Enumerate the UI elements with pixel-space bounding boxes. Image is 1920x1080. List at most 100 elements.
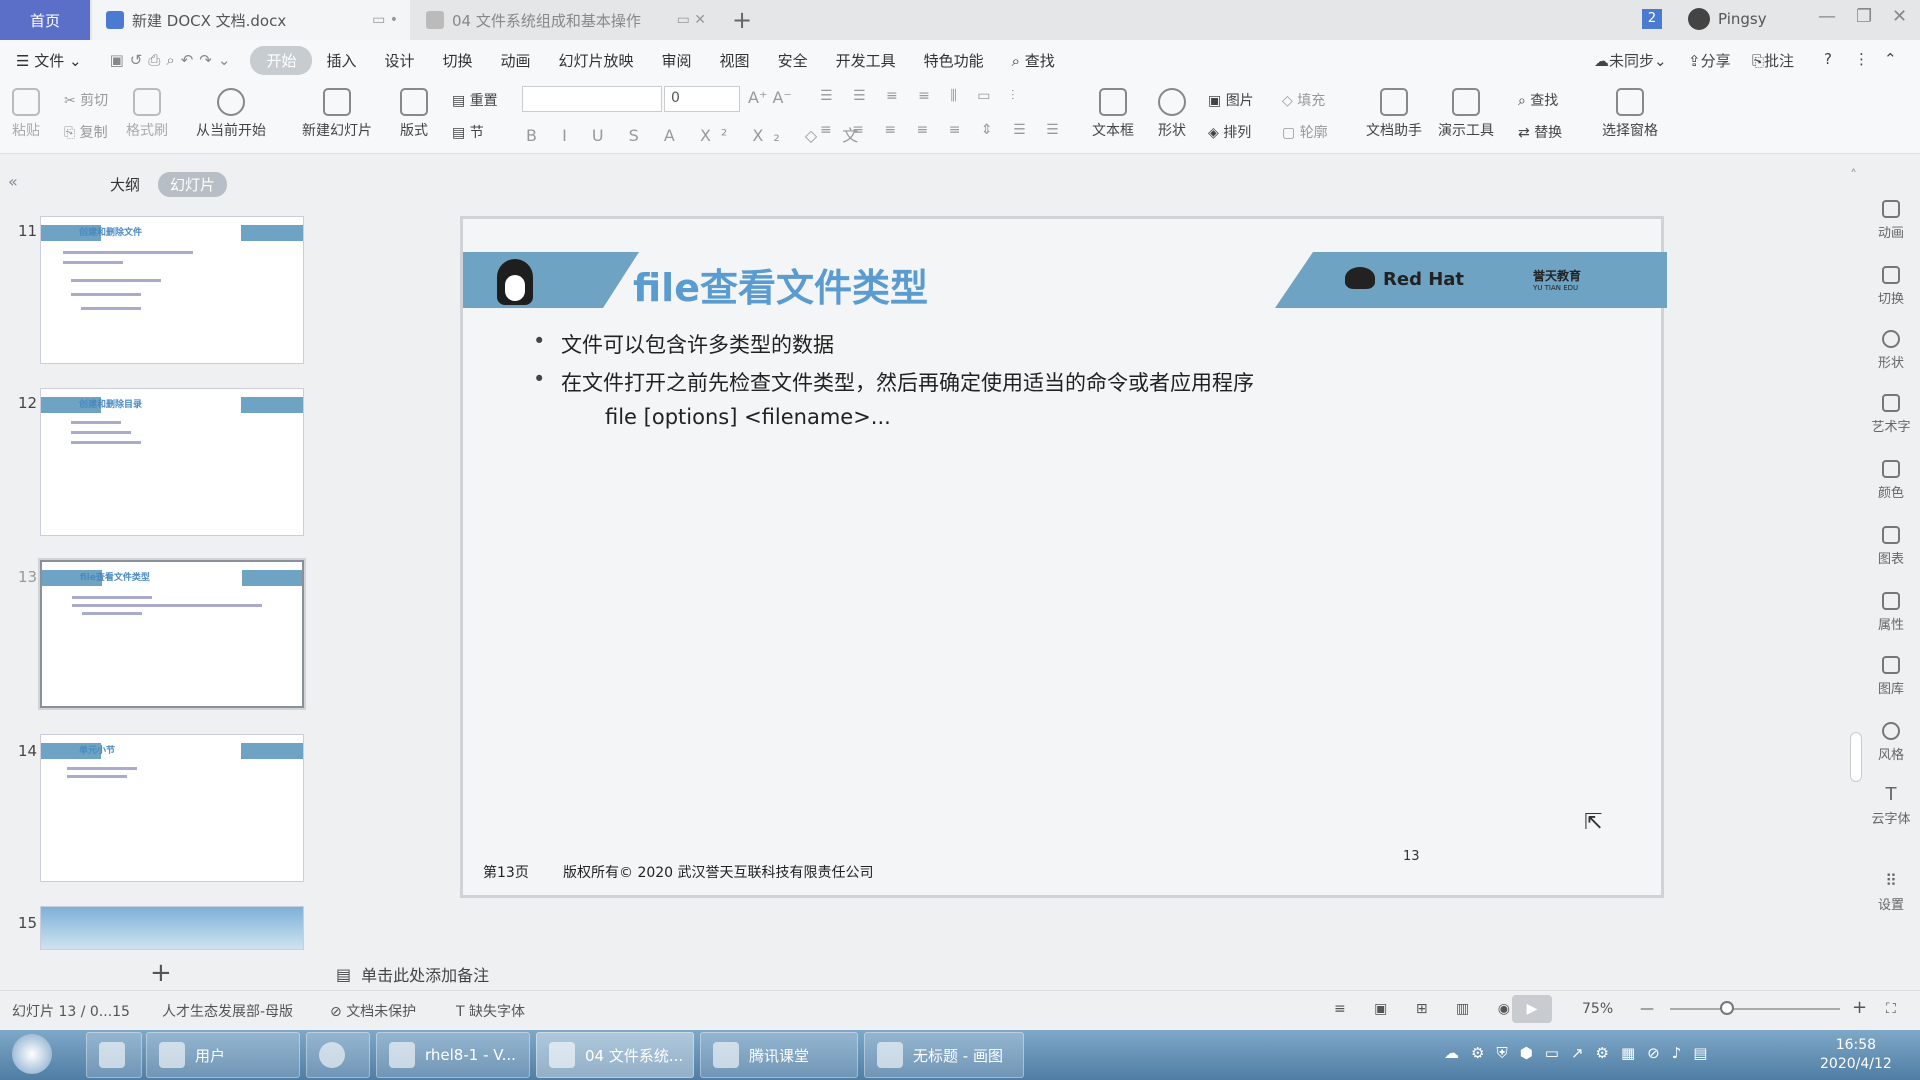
replace-button[interactable]: ⇄ 替换 (1518, 122, 1562, 142)
fill-button[interactable]: ◇ 填充 (1282, 90, 1325, 110)
help-icon[interactable]: ? (1824, 50, 1832, 68)
menu-animation[interactable]: 动画 (487, 50, 545, 71)
section-button[interactable]: ▤ 节 (452, 122, 484, 142)
collapse-panel-icon[interactable]: « (8, 172, 18, 191)
picture-button[interactable]: ▣ 图片 (1208, 90, 1254, 110)
bullet-item[interactable]: 在文件打开之前先检查文件类型，然后再确定使用适当的命令或者应用程序 (533, 367, 1254, 397)
textbox-button[interactable]: 文本框 (1092, 88, 1134, 140)
menu-developer[interactable]: 开发工具 (822, 50, 910, 71)
fit-window-icon[interactable]: ⛶ (1886, 1001, 1896, 1017)
taskbar-rhel[interactable]: rhel8-1 - V... (376, 1032, 530, 1078)
present-tools-button[interactable]: 演示工具 (1438, 88, 1494, 140)
notes-area[interactable]: ▤ 单击此处添加备注 (336, 962, 489, 986)
sidebar-wordart[interactable]: 艺术字 (1866, 394, 1916, 435)
share-button[interactable]: ⇪分享 (1688, 50, 1731, 71)
font-size-buttons[interactable]: A⁺ A⁻ (748, 88, 792, 107)
sidebar-gallery[interactable]: 图库 (1866, 656, 1916, 697)
doc-assistant-button[interactable]: 文档助手 (1366, 88, 1422, 140)
sync-button[interactable]: ☁未同步⌄ (1594, 50, 1667, 71)
sidebar-chart[interactable]: 图表 (1866, 526, 1916, 567)
font-name-input[interactable] (522, 86, 662, 112)
start-button-icon[interactable] (12, 1034, 52, 1074)
sidebar-style[interactable]: 风格 (1866, 722, 1916, 763)
layout-button[interactable]: 版式 (400, 88, 428, 140)
bullet-item[interactable]: 文件可以包含许多类型的数据 (533, 329, 834, 359)
format-painter-button[interactable]: 格式刷 (126, 88, 168, 140)
close-window-icon[interactable]: ✕ (1892, 6, 1907, 27)
menu-home[interactable]: 开始 (250, 45, 313, 75)
taskbar-explorer[interactable] (86, 1032, 142, 1078)
menu-insert[interactable]: 插入 (312, 50, 370, 71)
play-slideshow-icon[interactable]: ▶ (1512, 995, 1552, 1023)
menu-special[interactable]: 特色功能 (910, 50, 998, 71)
menu-search[interactable]: ⌕ 查找 (998, 50, 1069, 71)
system-tray-icons[interactable]: ☁⚙⛨⬢▭↗⚙▦⊘♪▤ (1444, 1044, 1719, 1062)
menu-file[interactable]: ☰ 文件 ⌄ (0, 50, 96, 71)
user-account[interactable]: Pingsy (1688, 8, 1767, 30)
tab-slides[interactable]: 幻灯片 (158, 172, 228, 197)
paragraph-buttons[interactable]: ☰ ☰ ≡ ≡ ⫼ ▭ ⫶ (820, 88, 1022, 104)
slide-scrollbar[interactable] (1850, 732, 1862, 782)
zoom-out-icon[interactable]: — (1640, 1001, 1654, 1017)
missing-fonts[interactable]: T 缺失字体 (456, 1001, 525, 1021)
taskbar-app-s[interactable] (306, 1032, 370, 1078)
comment-button[interactable]: ⎘批注 (1752, 50, 1794, 71)
slide-thumbnail-15[interactable] (40, 906, 304, 950)
sidebar-cloud-font[interactable]: T 云字体 (1866, 786, 1916, 828)
play-from-current-button[interactable]: 从当前开始 (196, 88, 266, 140)
sidebar-properties[interactable]: 属性 (1866, 592, 1916, 633)
add-slide-icon[interactable]: + (150, 958, 172, 988)
system-clock[interactable]: 16:58 2020/4/12 (1820, 1036, 1892, 1074)
close-tab-icon[interactable]: ▭ ✕ (677, 12, 706, 28)
taskbar-wps[interactable]: 04 文件系统... (536, 1032, 694, 1078)
minimize-icon[interactable]: — (1818, 6, 1836, 27)
notification-badge[interactable]: 2 (1642, 9, 1662, 29)
zoom-slider-handle[interactable] (1720, 1001, 1734, 1015)
restore-icon[interactable]: ❐ (1856, 6, 1872, 27)
outline-button[interactable]: ▢ 轮廓 (1282, 122, 1328, 142)
menu-design[interactable]: 设计 (370, 50, 428, 71)
sidebar-transition[interactable]: 切换 (1866, 266, 1916, 307)
font-style-buttons[interactable]: B I U S A X² X₂ ◇ 文 (526, 122, 868, 146)
zoom-slider[interactable] (1670, 1008, 1840, 1010)
command-syntax[interactable]: file [options] <filename>... (605, 405, 891, 429)
zoom-level[interactable]: 75% (1582, 1001, 1613, 1017)
view-mode-buttons[interactable]: ≡ ▣ ⊞ ▥ ◉ (1334, 1001, 1522, 1017)
new-tab-icon[interactable]: + (732, 6, 752, 34)
shape-button[interactable]: 形状 (1158, 88, 1186, 140)
sidebar-animation[interactable]: 动画 (1866, 200, 1916, 241)
copy-button[interactable]: ⎘ 复制 (64, 122, 108, 142)
select-pane-button[interactable]: 选择窗格 (1602, 88, 1658, 140)
menu-review[interactable]: 审阅 (648, 50, 706, 71)
slide-thumbnail-12[interactable]: 创建和删除目录 (40, 388, 304, 536)
more-icon[interactable]: ⋮ (1854, 50, 1869, 68)
arrange-button[interactable]: ◈ 排列 (1208, 122, 1251, 142)
slide-thumbnail-13[interactable]: file查看文件类型 (40, 560, 304, 708)
slide-canvas[interactable]: file查看文件类型 Red Hat 誉天教育 YU TIAN EDU 文件可以… (460, 216, 1667, 898)
tab-ppt[interactable]: 04 文件系统组成和基本操作 ▭ ✕ (412, 0, 718, 40)
slide-title[interactable]: file查看文件类型 (633, 257, 928, 312)
zoom-in-icon[interactable]: + (1852, 997, 1867, 1018)
menu-view[interactable]: 视图 (706, 50, 764, 71)
reset-button[interactable]: ▤ 重置 (452, 90, 498, 110)
sidebar-scroll-up-icon[interactable]: ˄ (1850, 168, 1857, 184)
collapse-ribbon-icon[interactable]: ⌃ (1884, 50, 1897, 68)
tab-outline[interactable]: 大纲 (110, 174, 140, 195)
menu-transition[interactable]: 切换 (428, 50, 486, 71)
quick-access-icons[interactable]: ▣↺⎙⌕↶↷⌄ (96, 51, 251, 69)
menu-slideshow[interactable]: 幻灯片放映 (545, 50, 648, 71)
tab-home[interactable]: 首页 (0, 0, 90, 40)
sidebar-color[interactable]: 颜色 (1866, 460, 1916, 501)
align-buttons[interactable]: ≡ ≡ ≡ ≡ ≡ ⇕ ☰ ☰ (820, 122, 1067, 138)
taskbar-user[interactable]: 用户 (146, 1032, 300, 1078)
slide-thumbnail-14[interactable]: 单元小节 (40, 734, 304, 882)
find-button[interactable]: ⌕ 查找 (1518, 90, 1558, 110)
paste-button[interactable]: 粘贴 (12, 88, 40, 140)
taskbar-paint[interactable]: 无标题 - 画图 (864, 1032, 1024, 1078)
sidebar-settings[interactable]: ⠿ 设置 (1866, 872, 1916, 914)
slide-thumbnail-11[interactable]: 创建和删除文件 (40, 216, 304, 364)
tab-pin-icon[interactable]: ▭ • (372, 12, 398, 28)
menu-security[interactable]: 安全 (764, 50, 822, 71)
cut-button[interactable]: ✂ 剪切 (64, 90, 108, 110)
tab-docx[interactable]: 新建 DOCX 文档.docx ▭ • (92, 0, 410, 40)
